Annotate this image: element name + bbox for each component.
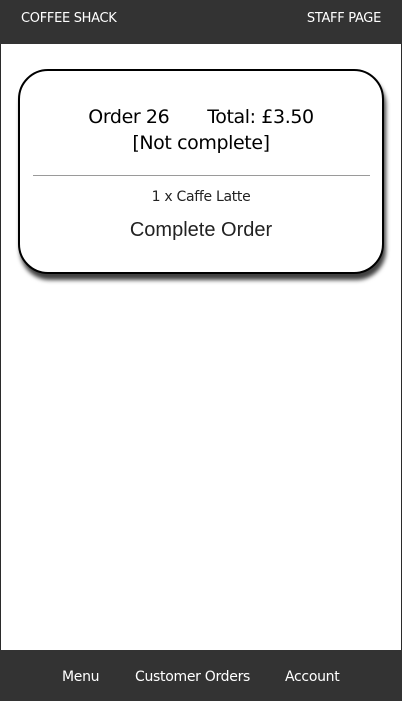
divider — [33, 175, 370, 176]
nav-customer-orders[interactable]: Customer Orders — [135, 669, 250, 685]
app-brand[interactable]: COFFEE SHACK — [21, 11, 117, 26]
order-summary: Order 26 Total: £3.50 — [20, 106, 382, 128]
complete-order-button[interactable]: Complete Order — [115, 216, 287, 244]
order-item: 1 x Caffe Latte — [151, 189, 251, 205]
order-status: [Not complete] — [132, 132, 270, 154]
order-total: Total: £3.50 — [207, 106, 314, 128]
nav-account[interactable]: Account — [285, 669, 340, 685]
staff-page-label[interactable]: STAFF PAGE — [307, 11, 381, 26]
nav-menu[interactable]: Menu — [62, 669, 100, 685]
bottom-nav: Menu Customer Orders Account — [0, 650, 402, 701]
order-number: Order 26 — [88, 106, 170, 128]
order-card: Order 26 Total: £3.50 [Not complete] 1 x … — [18, 69, 384, 274]
top-bar: COFFEE SHACK STAFF PAGE — [0, 0, 402, 44]
